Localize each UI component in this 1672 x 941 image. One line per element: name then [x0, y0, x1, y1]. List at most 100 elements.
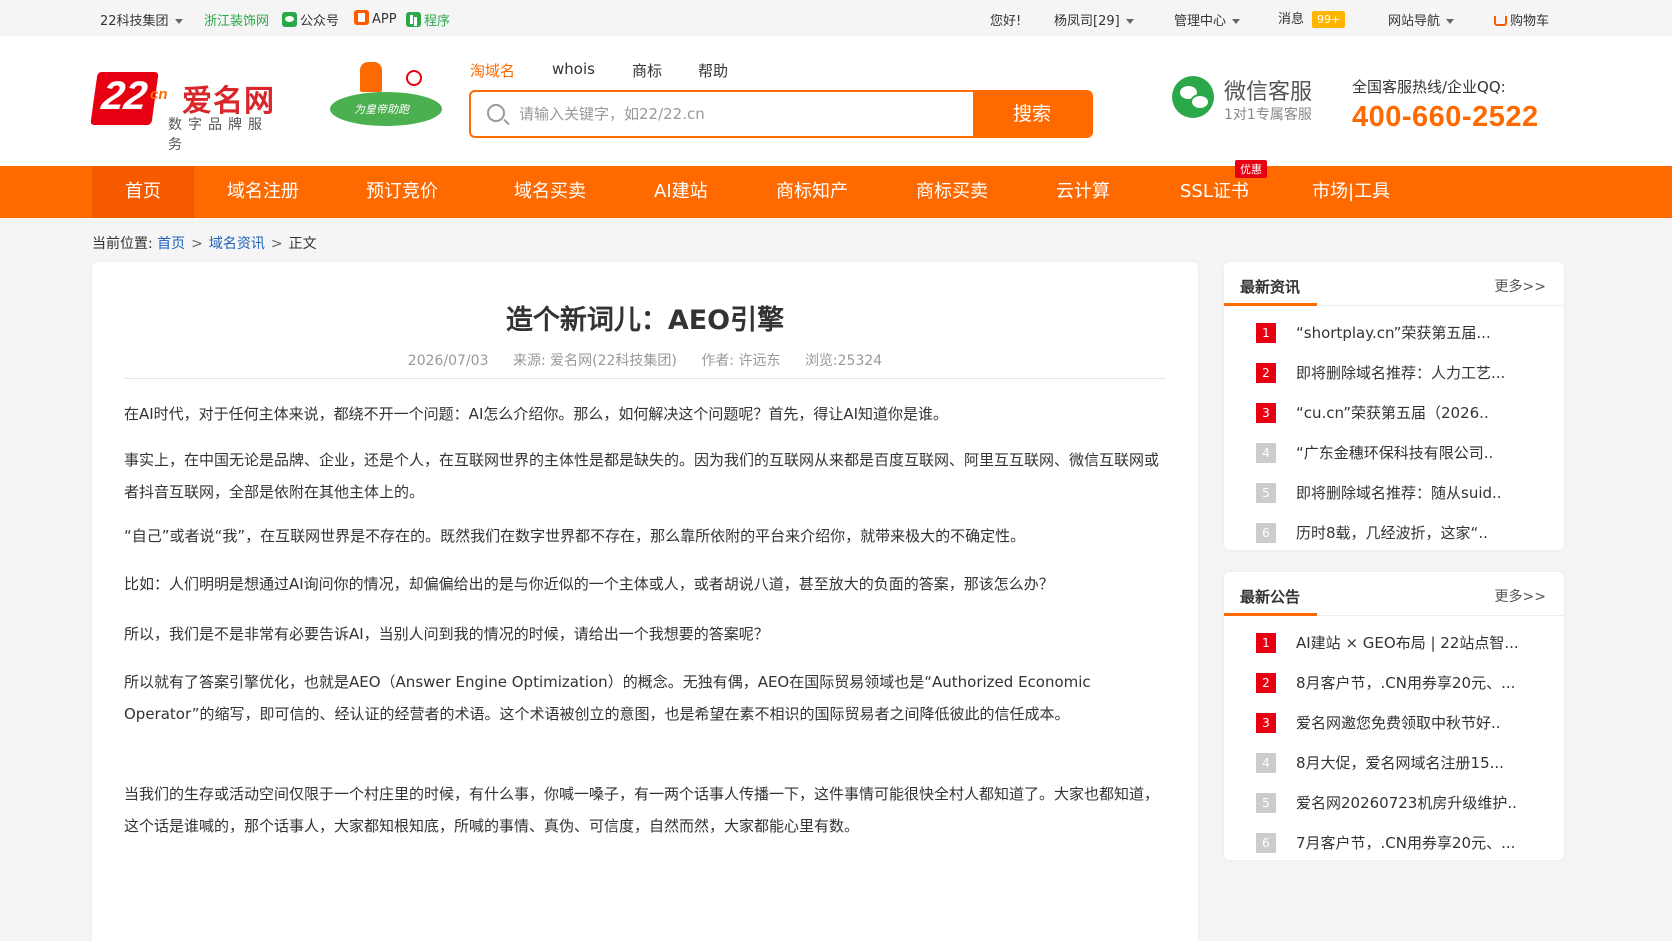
group-menu[interactable]: 22科技集团 [100, 10, 183, 29]
nav-market-tools[interactable]: 市场|工具 [1312, 166, 1390, 218]
rank-badge: 1 [1256, 323, 1276, 343]
notice-link[interactable]: 爱名网邀您免费领取中秋节好.. [1296, 712, 1501, 733]
divider [124, 378, 1166, 379]
rank-badge: 2 [1256, 673, 1276, 693]
mini-program-label: 程序 [424, 14, 451, 29]
hotline-number: 400-660-2522 [1352, 101, 1539, 133]
news-link[interactable]: “广东金穗环保科技有限公司.. [1296, 442, 1493, 463]
wechat-service-sub: 1对1专属客服 [1224, 107, 1312, 123]
breadcrumb: 当前位置: 首页 > 域名资讯 > 正文 [92, 233, 317, 253]
search-tab-whois[interactable]: whois [552, 60, 595, 78]
notice-link[interactable]: AI建站 × GEO布局 | 22站点智... [1296, 632, 1519, 653]
chevron-down-icon [1232, 19, 1241, 24]
news-link[interactable]: “shortplay.cn”荣获第五届... [1296, 322, 1491, 343]
breadcrumb-separator: > [191, 236, 203, 252]
mini-program-link[interactable]: 程序 [406, 10, 450, 29]
list-item[interactable]: 1 AI建站 × GEO布局 | 22站点智... [1240, 630, 1550, 670]
list-item[interactable]: 2 即将删除域名推荐：人力工艺... [1240, 360, 1550, 400]
phone-icon [354, 10, 369, 25]
nav-cloud[interactable]: 云计算 [1056, 166, 1110, 218]
breadcrumb-current: 正文 [288, 236, 317, 252]
search-button[interactable]: 搜索 [973, 92, 1091, 136]
greeting: 您好! [990, 14, 1022, 29]
notice-link[interactable]: 爱名网20260723机房升级维护.. [1296, 792, 1517, 813]
article-paragraph: 当我们的生存或活动空间仅限于一个村庄里的时候，有什么事，你喊一嗓子，有一两个话事… [124, 785, 1160, 835]
search-tab-domain[interactable]: 淘域名 [470, 60, 515, 81]
list-item[interactable]: 2 8月客户节，.CN用券享20元、... [1240, 670, 1550, 710]
latest-notice-header: 最新公告 更多>> [1224, 572, 1564, 616]
title-underline [1224, 303, 1317, 306]
manage-menu[interactable]: 管理中心 [1174, 10, 1241, 29]
group-label: 22科技集团 [100, 14, 169, 29]
list-item[interactable]: 6 7月客户节，.CN用券享20元、... [1240, 830, 1550, 870]
breadcrumb-home[interactable]: 首页 [157, 236, 185, 252]
list-item[interactable]: 4 “广东金穗环保科技有限公司.. [1240, 440, 1550, 480]
list-item[interactable]: 4 8月大促，爱名网域名注册15... [1240, 750, 1550, 790]
breadcrumb-category[interactable]: 域名资讯 [209, 236, 265, 252]
zhejiang-link[interactable]: 浙江装饰网 [204, 10, 269, 29]
cart-link[interactable]: 购物车 [1494, 10, 1549, 29]
article-paragraph: 事实上，在中国无论是品牌、企业，还是个人，在互联网世界的主体性是都是缺失的。因为… [124, 451, 1160, 501]
nav-trademark-ip[interactable]: 商标知产 [776, 166, 848, 218]
list-item[interactable]: 5 爱名网20260723机房升级维护.. [1240, 790, 1550, 830]
search-input[interactable] [519, 92, 939, 136]
site-logo[interactable]: 22 cn 爱名网 数字品牌服务 [90, 72, 284, 153]
messages-link[interactable]: 消息 99+ [1278, 8, 1346, 28]
news-link[interactable]: “cu.cn”荣获第五届（2026.. [1296, 402, 1489, 423]
rank-badge: 5 [1256, 793, 1276, 813]
logo-subtitle: 数字品牌服务 [168, 117, 268, 153]
latest-notice-more-link[interactable]: 更多>> [1495, 586, 1546, 606]
mascot-banner[interactable]: 为皇帝助跑 [318, 62, 448, 134]
list-item[interactable]: 5 即将删除域名推荐：随从suid.. [1240, 480, 1550, 520]
nav-domain-trade[interactable]: 域名买卖 [514, 166, 586, 218]
top-bar: 22科技集团 浙江装饰网 公众号 APP 程序 您好! 杨凤司[29] 管理中心… [0, 0, 1672, 36]
logo-number: 22 [90, 72, 159, 125]
news-link[interactable]: 即将删除域名推荐：人力工艺... [1296, 362, 1505, 383]
breadcrumb-separator: > [270, 236, 283, 252]
rank-badge: 6 [1256, 523, 1276, 543]
news-link[interactable]: 历时8载，几经波折，这家“.. [1296, 522, 1488, 543]
mini-program-icon [406, 12, 421, 27]
list-item[interactable]: 3 爱名网邀您免费领取中秋节好.. [1240, 710, 1550, 750]
search-icon [487, 104, 505, 122]
user-menu[interactable]: 杨凤司[29] [1054, 10, 1134, 29]
runner-icon [360, 62, 382, 92]
hotline-label: 全国客服热线/企业QQ: [1352, 78, 1506, 96]
list-item[interactable]: 3 “cu.cn”荣获第五届（2026.. [1240, 400, 1550, 440]
logo-cn: cn [150, 86, 168, 103]
notice-link[interactable]: 8月客户节，.CN用券享20元、... [1296, 672, 1515, 693]
nav-presale-auction[interactable]: 预订竞价 [366, 166, 438, 218]
notice-link[interactable]: 7月客户节，.CN用券享20元、... [1296, 832, 1515, 853]
chevron-down-icon [1446, 19, 1455, 24]
latest-news-title: 最新资讯 [1240, 278, 1301, 296]
wechat-service-title: 微信客服 [1224, 80, 1313, 105]
app-label: APP [372, 12, 397, 27]
wechat-service[interactable]: 微信客服 1对1专属客服 [1172, 76, 1332, 136]
mascot-badge: 为皇帝助跑 [330, 92, 442, 126]
title-underline [1224, 613, 1317, 616]
nav-trademark-trade[interactable]: 商标买卖 [916, 166, 988, 218]
article-paragraph: 所以就有了答案引擎优化，也就是AEO（Answer Engine Optimiz… [124, 673, 1091, 723]
latest-news-more-link[interactable]: 更多>> [1495, 276, 1546, 296]
article-title: 造个新词儿：AEO引擎 [505, 305, 785, 336]
list-item[interactable]: 1 “shortplay.cn”荣获第五届... [1240, 320, 1550, 360]
news-link[interactable]: 即将删除域名推荐：随从suid.. [1296, 482, 1502, 503]
wechat-public-link[interactable]: 公众号 [282, 10, 339, 29]
main-nav: 首页 域名注册 预订竞价 域名买卖 AI建站 商标知产 商标买卖 云计算 SSL… [0, 166, 1672, 218]
list-item[interactable]: 6 历时8载，几经波折，这家“.. [1240, 520, 1550, 560]
site-nav-menu[interactable]: 网站导航 [1388, 10, 1455, 29]
notice-link[interactable]: 8月大促，爱名网域名注册15... [1296, 752, 1504, 773]
search-tab-trademark[interactable]: 商标 [632, 60, 662, 81]
chevron-down-icon [174, 19, 183, 24]
nav-ai-site[interactable]: AI建站 [654, 166, 708, 218]
search-tab-help[interactable]: 帮助 [698, 60, 728, 81]
article-paragraph: 比如：人们明明是想通过AI询问你的情况，却偏偏给出的是与你近似的一个主体或人，或… [124, 575, 1054, 593]
app-link[interactable]: APP [354, 10, 397, 27]
wechat-icon [1172, 76, 1214, 118]
nav-home[interactable]: 首页 [92, 166, 194, 218]
nav-domain-register[interactable]: 域名注册 [227, 166, 299, 218]
latest-news-list: 1 “shortplay.cn”荣获第五届... 2 即将删除域名推荐：人力工艺..… [1240, 320, 1550, 560]
article-paragraph: 所以，我们是不是非常有必要告诉AI，当别人问到我的情况的时候，请给出一个我想要的… [124, 625, 769, 643]
article-panel: 造个新词儿：AEO引擎 2026/07/03 来源: 爱名网(22科技集团) 作… [92, 262, 1198, 941]
rank-badge: 3 [1256, 403, 1276, 423]
